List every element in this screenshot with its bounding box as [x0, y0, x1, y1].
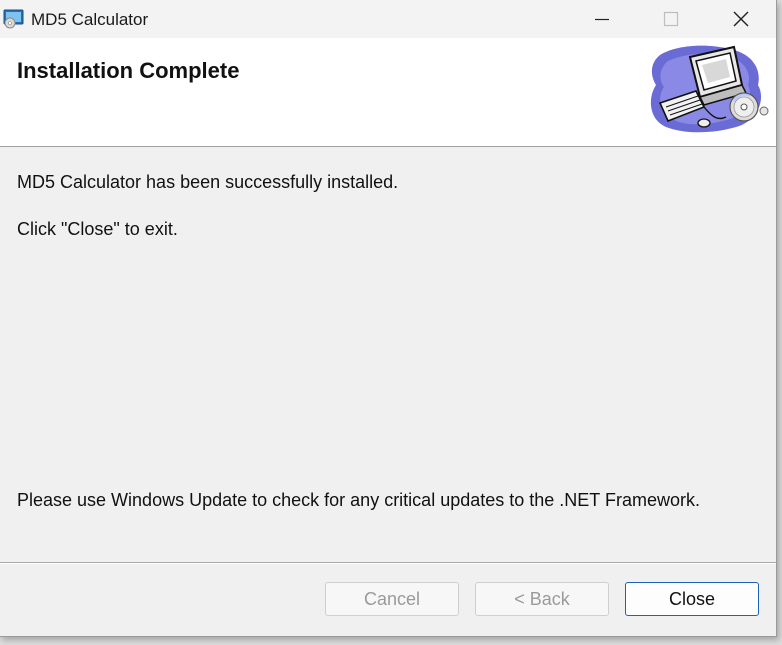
update-notice: Please use Windows Update to check for a…: [17, 490, 700, 510]
header-banner: Installation Complete: [0, 38, 776, 147]
close-window-button[interactable]: [718, 0, 764, 38]
footer-divider: [0, 562, 776, 564]
maximize-icon: [663, 11, 679, 27]
window-title: MD5 Calculator: [31, 10, 149, 29]
minimize-icon: [595, 18, 609, 21]
page-title: Installation Complete: [17, 58, 240, 83]
close-instruction: Click "Close" to exit.: [17, 219, 178, 239]
back-button[interactable]: < Back: [475, 582, 609, 616]
success-message: MD5 Calculator has been successfully ins…: [17, 172, 399, 192]
cancel-button[interactable]: Cancel: [325, 582, 459, 616]
computer-with-cd-icon: [650, 45, 769, 133]
installer-window: MD5 Calculator Installation Complete MD5…: [0, 0, 777, 637]
minimize-button[interactable]: [579, 0, 625, 38]
title-bar[interactable]: MD5 Calculator: [0, 0, 776, 38]
app-icon: [3, 9, 24, 29]
maximize-button[interactable]: [647, 0, 693, 38]
close-icon: [733, 11, 749, 27]
close-button[interactable]: Close: [625, 582, 759, 616]
